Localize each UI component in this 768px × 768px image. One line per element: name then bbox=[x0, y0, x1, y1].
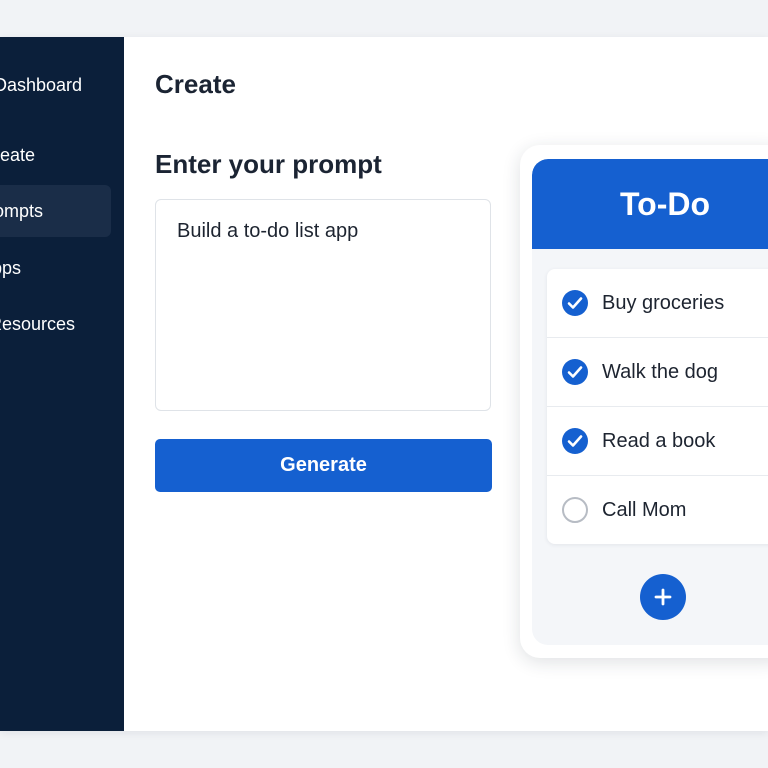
sidebar-item-create[interactable]: Create bbox=[0, 129, 101, 181]
sidebar-item-label: Apps bbox=[0, 258, 22, 278]
todo-item-text: Call Mom bbox=[602, 499, 687, 521]
todo-app-preview: To-Do Buy groceries Walk the dog Read a … bbox=[532, 159, 768, 645]
empty-circle-icon[interactable] bbox=[562, 497, 588, 523]
todo-item[interactable]: Call Mom bbox=[547, 476, 768, 544]
todo-item[interactable]: Read a book bbox=[547, 407, 768, 476]
sidebar-item-resources[interactable]: Resources bbox=[0, 298, 119, 350]
prompt-heading: Enter your prompt bbox=[155, 149, 382, 179]
generate-button[interactable]: Generate bbox=[155, 439, 492, 492]
sidebar-item-label: Prompts bbox=[0, 201, 44, 221]
sidebar-item-label: Create bbox=[0, 145, 36, 165]
prompt-input[interactable]: Build a to-do list app bbox=[155, 199, 491, 411]
todo-item[interactable]: Buy groceries bbox=[547, 269, 768, 338]
plus-icon bbox=[654, 588, 672, 606]
app-window: Dashboard Create Prompts Apps Resources … bbox=[0, 37, 768, 731]
sidebar-item-label: Dashboard bbox=[0, 75, 83, 95]
sidebar: Dashboard Create Prompts Apps Resources bbox=[0, 37, 124, 731]
sidebar-item-prompts[interactable]: Prompts bbox=[0, 185, 111, 237]
add-item-button[interactable] bbox=[640, 574, 686, 620]
page-title: Create bbox=[155, 69, 236, 99]
sidebar-item-label: Resources bbox=[0, 314, 76, 334]
todo-preview-card: To-Do Buy groceries Walk the dog Read a … bbox=[520, 145, 768, 658]
checked-circle-icon[interactable] bbox=[562, 428, 588, 454]
todo-item[interactable]: Walk the dog bbox=[547, 338, 768, 407]
todo-title: To-Do bbox=[532, 159, 768, 249]
todo-item-text: Buy groceries bbox=[602, 292, 725, 314]
checked-circle-icon[interactable] bbox=[562, 290, 588, 316]
todo-item-text: Walk the dog bbox=[602, 361, 718, 383]
checked-circle-icon[interactable] bbox=[562, 359, 588, 385]
todo-list: Buy groceries Walk the dog Read a book C… bbox=[547, 269, 768, 544]
sidebar-item-dashboard[interactable]: Dashboard bbox=[0, 59, 114, 111]
sidebar-item-apps[interactable]: Apps bbox=[0, 242, 100, 294]
todo-item-text: Read a book bbox=[602, 430, 716, 452]
